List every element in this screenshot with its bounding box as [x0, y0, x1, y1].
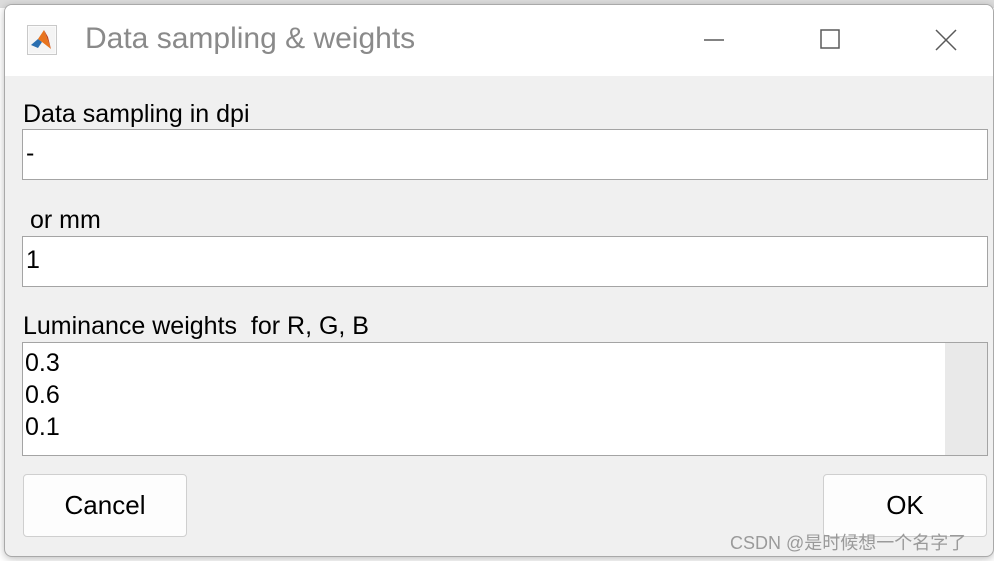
mm-input-value: 1 [26, 246, 40, 274]
dpi-input-value: - [26, 139, 35, 167]
title-bar[interactable]: Data sampling & weights [5, 5, 993, 76]
ok-button[interactable]: OK [823, 474, 987, 537]
minimize-button[interactable] [685, 17, 743, 63]
close-button[interactable] [917, 17, 975, 63]
mm-label: or mm [23, 206, 101, 234]
dialog-window: Data sampling & weights Data sampling in… [4, 4, 994, 557]
weight-b-line: 0.1 [25, 413, 60, 441]
maximize-icon [820, 29, 840, 49]
maximize-button[interactable] [801, 17, 859, 63]
close-icon [935, 29, 957, 51]
cancel-button[interactable]: Cancel [23, 474, 187, 537]
weights-textarea[interactable]: 0.3 0.6 0.1 [22, 342, 988, 456]
weight-r-line: 0.3 [25, 349, 60, 377]
textarea-scrollbar[interactable] [945, 343, 987, 455]
watermark-text: CSDN @是时候想一个名字了 [730, 533, 967, 553]
matlab-icon [27, 25, 57, 55]
weights-label: Luminance weights for R, G, B [23, 312, 369, 340]
mm-input[interactable]: 1 [22, 236, 988, 287]
minimize-icon [704, 39, 724, 41]
window-title: Data sampling & weights [85, 22, 416, 55]
dpi-label: Data sampling in dpi [23, 100, 250, 128]
dpi-input[interactable]: - [22, 129, 988, 180]
weight-g-line: 0.6 [25, 381, 60, 409]
